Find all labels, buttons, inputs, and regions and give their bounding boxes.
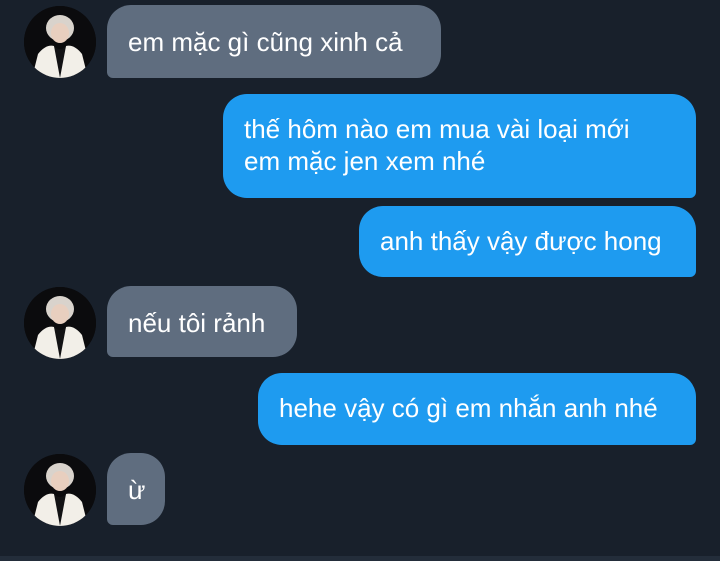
message-text-line: thế hôm nào em mua vài loại mới	[244, 114, 630, 144]
message-text: em mặc gì cũng xinh cả	[128, 27, 403, 57]
message-bubble-incoming[interactable]: em mặc gì cũng xinh cả	[107, 5, 441, 78]
message-bubble-incoming[interactable]: ừ	[107, 453, 165, 525]
message-text: hehe vậy có gì em nhắn anh nhé	[279, 393, 658, 423]
message-text: ừ	[128, 475, 146, 505]
bottom-divider	[0, 556, 720, 561]
chat-thread: em mặc gì cũng xinh cả thế hôm nào em mu…	[0, 0, 720, 561]
contact-avatar[interactable]	[24, 454, 96, 526]
message-bubble-outgoing[interactable]: hehe vậy có gì em nhắn anh nhé	[258, 373, 696, 445]
contact-avatar[interactable]	[24, 6, 96, 78]
message-bubble-outgoing[interactable]: anh thấy vậy được hong	[359, 206, 696, 277]
message-bubble-incoming[interactable]: nếu tôi rảnh	[107, 286, 297, 357]
contact-photo-icon	[24, 454, 96, 526]
contact-photo-icon	[24, 6, 96, 78]
message-text-line: em mặc jen xem nhé	[244, 146, 486, 176]
message-text: nếu tôi rảnh	[128, 308, 266, 338]
message-text: anh thấy vậy được hong	[380, 226, 662, 256]
message-bubble-outgoing[interactable]: thế hôm nào em mua vài loại mới em mặc j…	[223, 94, 696, 198]
contact-photo-icon	[24, 287, 96, 359]
contact-avatar[interactable]	[24, 287, 96, 359]
